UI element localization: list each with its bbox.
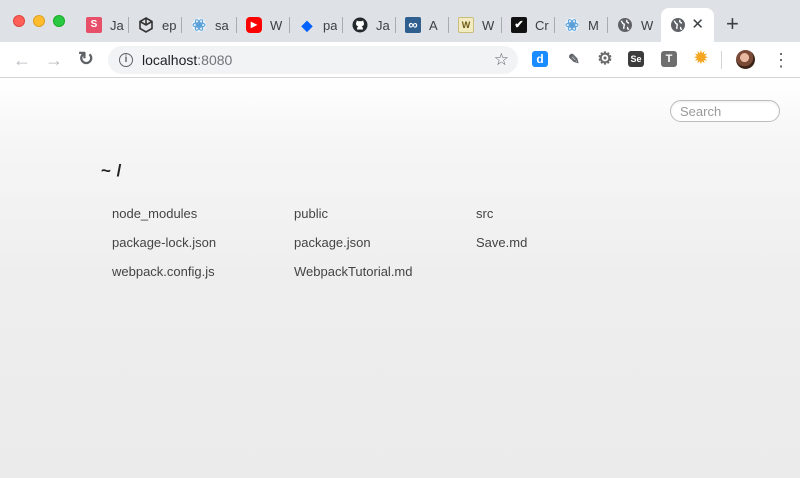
browser-toolbar: ← → ↻ i localhost:8080 ☆ d ✎ ⚙ Se T ✹ ⋮: [0, 42, 800, 78]
bookmark-star-icon[interactable]: ☆: [494, 50, 509, 70]
tab-strip: S Ja ep sa ▶ W ◆ pa Ja ∞ A W W ✔ Cr M W …: [0, 0, 800, 42]
github-icon: [352, 17, 368, 33]
tab-title: Cr: [535, 17, 549, 33]
url-host: localhost: [142, 52, 198, 68]
tab-7[interactable]: W W: [449, 8, 502, 42]
tab-3[interactable]: ▶ W: [237, 8, 290, 42]
tab-6[interactable]: ∞ A: [396, 8, 449, 42]
tab-title: pa: [323, 17, 338, 33]
tab-title: sa: [215, 17, 229, 33]
forward-button[interactable]: →: [44, 50, 64, 70]
react-icon: [564, 17, 580, 33]
infinity-icon: ∞: [405, 17, 421, 33]
tab-8[interactable]: ✔ Cr: [502, 8, 555, 42]
checkbox-icon: ✔: [511, 17, 527, 33]
file-link[interactable]: package-lock.json: [112, 234, 294, 251]
url-port: :8080: [197, 52, 233, 68]
minimize-window-button[interactable]: [33, 15, 45, 27]
tab-9[interactable]: M: [555, 8, 608, 42]
t-extension-icon[interactable]: T: [661, 51, 677, 67]
tab-title: W: [482, 17, 495, 33]
cube-icon: [138, 17, 154, 33]
url-text[interactable]: localhost:8080: [142, 52, 232, 68]
file-link[interactable]: public: [294, 205, 476, 222]
file-link[interactable]: webpack.config.js: [112, 263, 294, 280]
tab-active[interactable]: ✕: [661, 8, 714, 42]
youtube-icon: ▶: [246, 17, 262, 33]
page-content: ~ / node_modules public src package-lock…: [0, 79, 800, 478]
close-tab-icon[interactable]: ✕: [691, 17, 704, 33]
tab-2[interactable]: sa: [182, 8, 237, 42]
tab-title: A: [429, 17, 438, 33]
tab-title: Ja: [110, 17, 124, 33]
zoom-window-button[interactable]: [53, 15, 65, 27]
directory-path: ~ /: [101, 161, 122, 180]
gear-extension-icon[interactable]: ⚙: [597, 50, 613, 67]
tab-5[interactable]: Ja: [343, 8, 396, 42]
w-letter-icon: W: [458, 17, 474, 33]
file-link[interactable]: Save.md: [476, 234, 658, 251]
tab-title: Ja: [376, 17, 390, 33]
file-link[interactable]: src: [476, 205, 658, 222]
search-input[interactable]: [670, 100, 780, 122]
close-window-button[interactable]: [13, 15, 25, 27]
file-link[interactable]: WebpackTutorial.md: [294, 263, 476, 280]
address-bar[interactable]: i localhost:8080 ☆: [108, 46, 518, 74]
tab-title: ep: [162, 17, 177, 33]
dropbox-icon: ◆: [301, 17, 313, 33]
info-icon[interactable]: i: [119, 53, 133, 67]
file-link[interactable]: node_modules: [112, 205, 294, 222]
toolbar-divider: [721, 51, 722, 69]
eyedropper-icon[interactable]: ✎: [566, 51, 582, 67]
sun-extension-icon[interactable]: ✹: [693, 51, 709, 67]
tab-1[interactable]: ep: [129, 8, 182, 42]
file-list: node_modules public src package-lock.jso…: [112, 205, 672, 280]
tab-4[interactable]: ◆ pa: [290, 8, 343, 42]
tab-title: M: [588, 17, 599, 33]
globe-icon: [617, 17, 633, 33]
menu-icon[interactable]: ⋮: [772, 50, 790, 70]
tab-title: W: [270, 17, 283, 33]
tab-title: W: [641, 17, 654, 33]
file-link[interactable]: package.json: [294, 234, 476, 251]
profile-avatar[interactable]: [736, 50, 755, 69]
d-extension-icon[interactable]: d: [532, 51, 548, 67]
reload-button[interactable]: ↻: [76, 50, 96, 70]
back-button[interactable]: ←: [12, 50, 32, 70]
tab-0[interactable]: S Ja: [77, 8, 129, 42]
new-tab-button[interactable]: +: [726, 13, 739, 35]
s-letter-icon: S: [86, 17, 102, 33]
react-icon: [191, 17, 207, 33]
selenium-icon[interactable]: Se: [628, 51, 644, 67]
globe-icon: [670, 17, 686, 33]
tab-10[interactable]: W: [608, 8, 661, 42]
